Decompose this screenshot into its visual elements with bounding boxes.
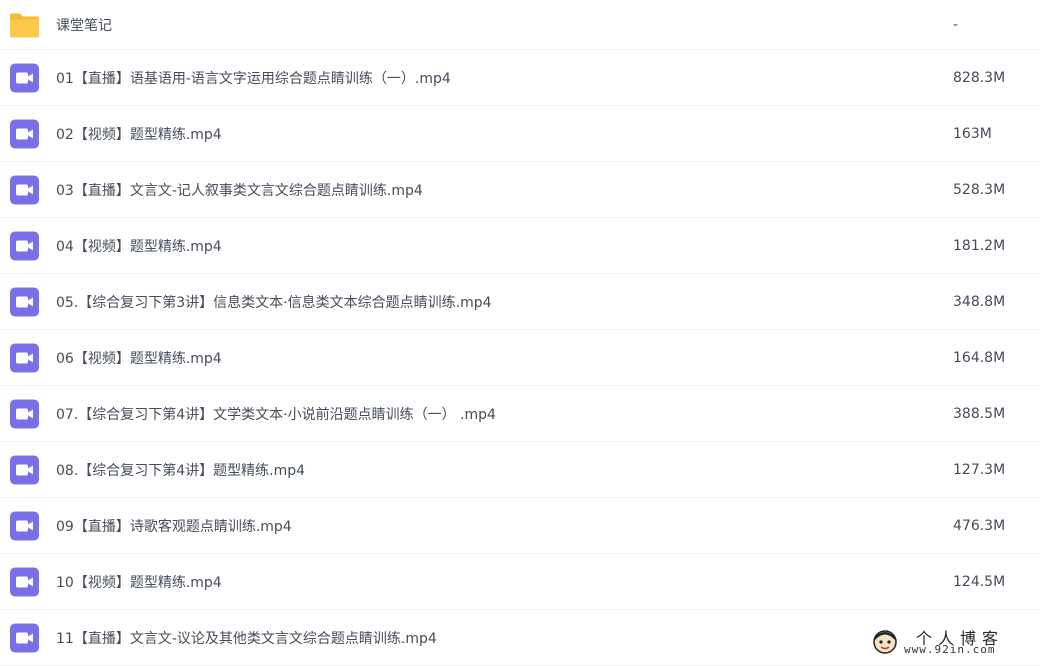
file-row[interactable]: 05.【综合复习下第3讲】信息类文本·信息类文本综合题点睛训练.mp4 348.…: [0, 274, 1040, 330]
video-file-icon: [10, 63, 39, 92]
file-row-folder[interactable]: 课堂笔记 -: [0, 0, 1040, 50]
file-name: 09【直播】诗歌客观题点睛训练.mp4: [56, 518, 292, 535]
file-name: 11【直播】文言文-议论及其他类文言文综合题点睛训练.mp4: [56, 630, 437, 647]
file-name: 03【直播】文言文-记人叙事类文言文综合题点睛训练.mp4: [56, 182, 423, 199]
video-file-icon: [10, 399, 39, 428]
file-size: 528.3M: [953, 181, 1006, 198]
file-size: 388.5M: [953, 405, 1006, 422]
blog-watermark: 个人博客 www.92in.com: [872, 625, 1022, 659]
file-size: 476.3M: [953, 517, 1006, 534]
file-row[interactable]: 04【视频】题型精练.mp4 181.2M: [0, 218, 1040, 274]
video-file-icon: [10, 287, 39, 316]
file-size: 181.2M: [953, 237, 1006, 254]
file-size: 124.5M: [953, 573, 1006, 590]
file-name: 01【直播】语基语用-语言文字运用综合题点睛训练（一）.mp4: [56, 70, 451, 87]
file-row[interactable]: 02【视频】题型精练.mp4 163M: [0, 106, 1040, 162]
file-size: 127.3M: [953, 461, 1006, 478]
file-row[interactable]: 10【视频】题型精练.mp4 124.5M: [0, 554, 1040, 610]
file-name: 课堂笔记: [56, 17, 112, 34]
file-row[interactable]: 03【直播】文言文-记人叙事类文言文综合题点睛训练.mp4 528.3M: [0, 162, 1040, 218]
file-row[interactable]: 06【视频】题型精练.mp4 164.8M: [0, 330, 1040, 386]
file-row[interactable]: 08.【综合复习下第4讲】题型精练.mp4 127.3M: [0, 442, 1040, 498]
mascot-face-icon: [873, 630, 897, 654]
file-name: 04【视频】题型精练.mp4: [56, 238, 222, 255]
file-size: 828.3M: [953, 69, 1006, 86]
file-list: 课堂笔记 - 01【直播】语基语用-语言文字运用综合题点睛训练（一）.mp4 8…: [0, 0, 1040, 666]
video-file-icon: [10, 175, 39, 204]
file-name: 05.【综合复习下第3讲】信息类文本·信息类文本综合题点睛训练.mp4: [56, 294, 492, 311]
video-file-icon: [10, 567, 39, 596]
file-row[interactable]: 07.【综合复习下第4讲】文学类文本·小说前沿题点睛训练（一） .mp4 388…: [0, 386, 1040, 442]
video-file-icon: [10, 119, 39, 148]
video-file-icon: [10, 343, 39, 372]
file-size: 348.8M: [953, 293, 1006, 310]
video-file-icon: [10, 455, 39, 484]
video-file-icon: [10, 623, 39, 652]
file-name: 02【视频】题型精练.mp4: [56, 126, 222, 143]
file-row[interactable]: 01【直播】语基语用-语言文字运用综合题点睛训练（一）.mp4 828.3M: [0, 50, 1040, 106]
folder-icon: [10, 13, 39, 37]
file-name: 07.【综合复习下第4讲】文学类文本·小说前沿题点睛训练（一） .mp4: [56, 406, 496, 423]
file-name: 06【视频】题型精练.mp4: [56, 350, 222, 367]
watermark-url: www.92in.com: [904, 643, 996, 656]
video-file-icon: [10, 511, 39, 540]
file-name: 08.【综合复习下第4讲】题型精练.mp4: [56, 462, 306, 479]
file-size: 164.8M: [953, 349, 1006, 366]
file-size: 163M: [953, 125, 992, 142]
file-size: -: [953, 16, 959, 33]
video-file-icon: [10, 231, 39, 260]
file-name: 10【视频】题型精练.mp4: [56, 574, 222, 591]
file-row[interactable]: 09【直播】诗歌客观题点睛训练.mp4 476.3M: [0, 498, 1040, 554]
